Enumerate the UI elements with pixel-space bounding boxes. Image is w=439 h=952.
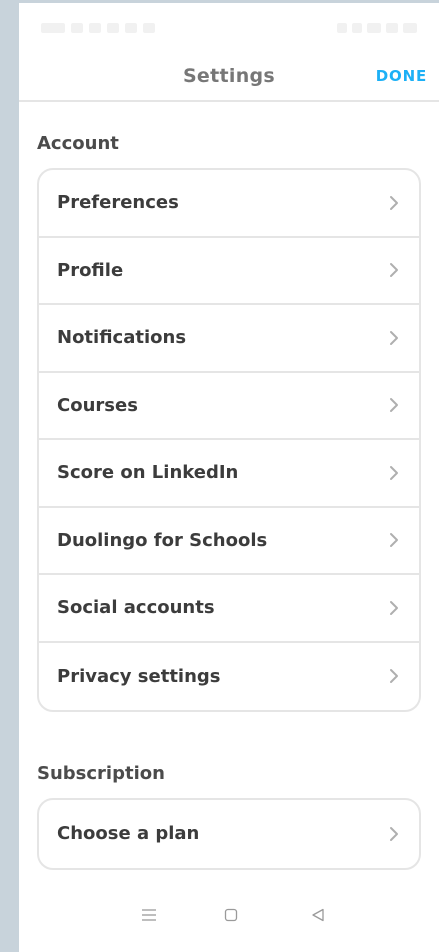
- chevron-right-icon: [390, 533, 398, 548]
- status-icons-left: [41, 23, 155, 33]
- settings-row-notifications[interactable]: Notifications: [39, 305, 419, 373]
- back-triangle-icon[interactable]: [311, 908, 325, 922]
- row-label: Courses: [57, 394, 138, 416]
- row-label: Privacy settings: [57, 665, 221, 687]
- row-label: Notifications: [57, 327, 187, 349]
- settings-row-duolingo-for-schools[interactable]: Duolingo for Schools: [39, 508, 419, 575]
- settings-row-score-on-linkedin[interactable]: Score on LinkedIn: [39, 440, 419, 508]
- chevron-right-icon: [390, 398, 398, 413]
- menu-icon[interactable]: [141, 908, 157, 922]
- chevron-right-icon: [390, 195, 398, 210]
- subscription-card: Choose a plan: [37, 798, 421, 870]
- row-label: Score on LinkedIn: [57, 462, 239, 484]
- row-label: Choose a plan: [57, 823, 200, 845]
- settings-row-choose-a-plan[interactable]: Choose a plan: [39, 800, 419, 868]
- chevron-right-icon: [390, 330, 398, 345]
- home-square-icon[interactable]: [224, 908, 238, 922]
- chevron-right-icon: [390, 263, 398, 278]
- row-label: Duolingo for Schools: [57, 529, 268, 551]
- header-bar: Settings DONE: [19, 58, 439, 102]
- settings-row-privacy-settings[interactable]: Privacy settings: [39, 643, 419, 711]
- settings-row-courses[interactable]: Courses: [39, 373, 419, 440]
- status-icons-right: [337, 23, 417, 33]
- settings-row-profile[interactable]: Profile: [39, 238, 419, 305]
- row-label: Preferences: [57, 192, 179, 214]
- account-card: Preferences Profile Notifications Course…: [37, 168, 421, 712]
- row-label: Profile: [57, 259, 124, 281]
- done-button[interactable]: DONE: [376, 67, 427, 85]
- settings-screen: Settings DONE Account Preferences Profil…: [19, 3, 439, 952]
- settings-row-preferences[interactable]: Preferences: [39, 170, 419, 238]
- chevron-right-icon: [390, 465, 398, 480]
- chevron-right-icon: [390, 600, 398, 615]
- chevron-right-icon: [390, 826, 398, 841]
- row-label: Social accounts: [57, 597, 215, 619]
- account-section-title: Account: [37, 133, 119, 154]
- subscription-section-title: Subscription: [37, 763, 165, 784]
- chevron-right-icon: [390, 669, 398, 684]
- settings-row-social-accounts[interactable]: Social accounts: [39, 575, 419, 643]
- status-bar: [19, 3, 439, 58]
